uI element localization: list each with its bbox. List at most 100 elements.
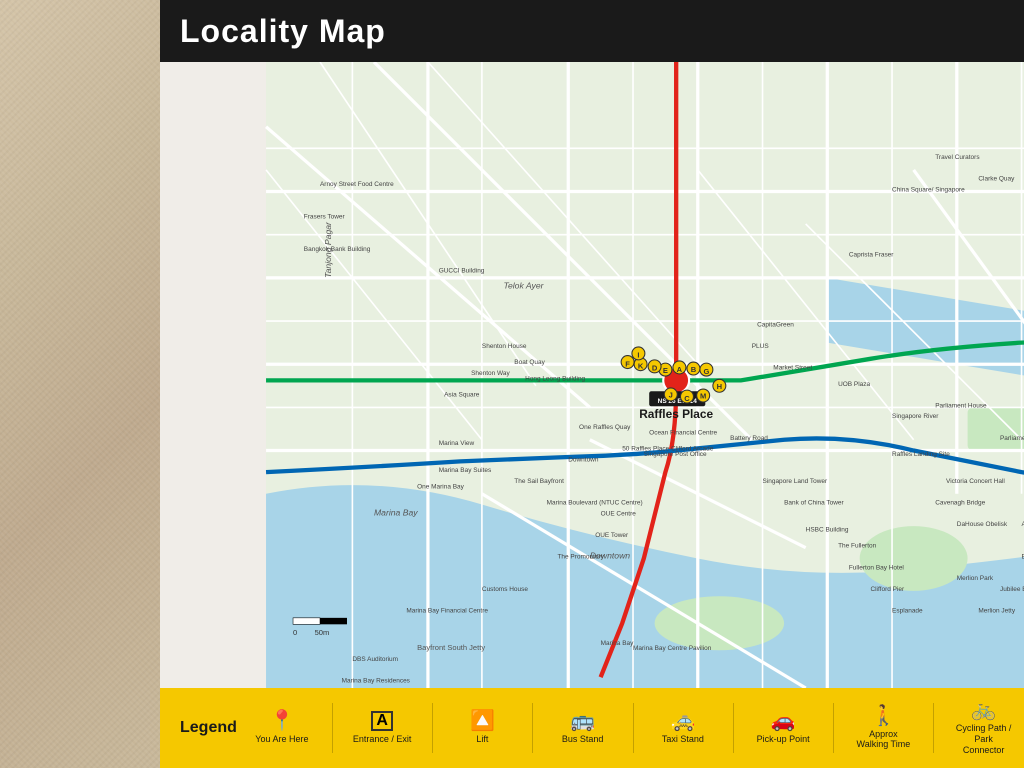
svg-text:Esplanade: Esplanade — [892, 607, 923, 614]
svg-text:OUE Tower: OUE Tower — [595, 532, 629, 539]
svg-text:B: B — [691, 365, 697, 374]
svg-text:Battery Road: Battery Road — [730, 435, 768, 442]
svg-text:Victoria Concert Hall: Victoria Concert Hall — [946, 478, 1005, 485]
svg-text:Bangkok Bank Building: Bangkok Bank Building — [304, 246, 371, 253]
svg-text:One Raffles Quay: One Raffles Quay — [579, 424, 631, 431]
svg-text:Jubilee Bridge: Jubilee Bridge — [1000, 586, 1024, 593]
walking-icon: 🚶 — [871, 706, 896, 726]
svg-text:I: I — [637, 351, 639, 360]
svg-text:Marina View: Marina View — [439, 440, 475, 447]
svg-text:Ocean Financial Centre: Ocean Financial Centre — [649, 429, 717, 436]
svg-text:Frasers Tower: Frasers Tower — [304, 214, 346, 221]
taxi-stand-icon: 🚕 — [670, 711, 695, 731]
svg-text:F: F — [625, 359, 630, 368]
svg-text:Merlion Park: Merlion Park — [957, 575, 994, 582]
legend-entrance: A Entrance / Exit — [352, 711, 412, 745]
entrance-label: Entrance / Exit — [353, 734, 412, 745]
pickup-icon: 🚗 — [771, 711, 796, 731]
pickup-label: Pick-up Point — [757, 734, 810, 745]
svg-text:One Marina Bay: One Marina Bay — [417, 483, 465, 490]
taxi-stand-label: Taxi Stand — [662, 734, 704, 745]
svg-text:Boat Quay: Boat Quay — [514, 359, 545, 366]
svg-text:Clifford Pier: Clifford Pier — [870, 586, 905, 593]
svg-text:Marina Boulevard (NTUC Centre): Marina Boulevard (NTUC Centre) — [547, 500, 643, 507]
svg-text:M: M — [700, 392, 706, 401]
you-are-here-icon: 📍 — [269, 711, 294, 731]
map-header: Locality Map ► N — [160, 0, 1024, 62]
svg-text:Shenton Way: Shenton Way — [471, 370, 510, 377]
svg-text:Marina Bay Centre Pavilion: Marina Bay Centre Pavilion — [633, 645, 712, 652]
svg-text:G: G — [703, 367, 709, 376]
map-svg: NS 26 EW 14 E A B D K F G H J C M — [160, 62, 1024, 688]
svg-text:China Square/ Singapore: China Square/ Singapore — [892, 187, 965, 194]
svg-text:Singapore River: Singapore River — [892, 413, 939, 420]
bus-stand-label: Bus Stand — [562, 734, 604, 745]
svg-text:Parliament House: Parliament House — [935, 402, 987, 409]
svg-text:50m: 50m — [315, 628, 330, 637]
svg-text:Hong Leong Building: Hong Leong Building — [525, 375, 585, 382]
svg-text:Raffles Landing Site: Raffles Landing Site — [892, 451, 950, 458]
you-are-here-label: You Are Here — [255, 734, 308, 745]
svg-text:CapitaGreen: CapitaGreen — [757, 321, 794, 328]
svg-text:Marina Bay Residences: Marina Bay Residences — [342, 678, 410, 685]
svg-text:K: K — [638, 362, 644, 371]
legend-bar: Legend 📍 You Are Here A Entrance / Exit … — [160, 688, 1024, 768]
svg-text:Shenton House: Shenton House — [482, 343, 527, 350]
cycling-label: Cycling Path / Park Connector — [954, 723, 1014, 755]
svg-text:DBS Auditorium: DBS Auditorium — [352, 656, 398, 663]
legend-taxi-stand: 🚕 Taxi Stand — [653, 711, 713, 745]
svg-text:Bank of China Tower: Bank of China Tower — [784, 500, 844, 507]
svg-text:Singapore Land Tower: Singapore Land Tower — [763, 478, 828, 485]
legend-you-are-here: 📍 You Are Here — [252, 711, 312, 745]
walking-label: Approx Walking Time — [853, 729, 913, 751]
main-content: Locality Map ► N — [160, 0, 1024, 768]
svg-text:DaHouse Obelisk: DaHouse Obelisk — [957, 521, 1008, 528]
svg-text:Caprista Fraser: Caprista Fraser — [849, 251, 894, 258]
bus-stand-icon: 🚌 — [570, 711, 595, 731]
svg-text:C: C — [684, 394, 690, 403]
legend-lift: 🔼 Lift — [452, 711, 512, 745]
entrance-icon: A — [371, 711, 393, 731]
cycling-icon: 🚲 — [971, 700, 996, 720]
svg-text:Downtown: Downtown — [568, 456, 599, 463]
svg-text:OUE Centre: OUE Centre — [601, 510, 637, 517]
svg-text:Parliament: Parliament — [1000, 435, 1024, 442]
svg-text:Fullerton Bay Hotel: Fullerton Bay Hotel — [849, 564, 904, 571]
svg-text:The Sail Bayfront: The Sail Bayfront — [514, 478, 564, 485]
svg-text:J: J — [669, 391, 673, 400]
svg-text:Clarke Quay: Clarke Quay — [978, 176, 1015, 183]
legend-bus-stand: 🚌 Bus Stand — [553, 711, 613, 745]
svg-text:Marina Bay: Marina Bay — [601, 640, 634, 647]
svg-text:HSBC Building: HSBC Building — [806, 527, 849, 534]
legend-walking: 🚶 Approx Walking Time — [853, 706, 913, 751]
svg-text:Merlion Jetty: Merlion Jetty — [978, 607, 1015, 614]
svg-text:Travel Curators: Travel Curators — [935, 154, 979, 161]
svg-text:Marina Bay: Marina Bay — [374, 507, 418, 517]
svg-text:Telok Ayer: Telok Ayer — [503, 281, 544, 291]
svg-text:Marina Bay Suites: Marina Bay Suites — [439, 467, 492, 474]
svg-text:The Promontory: The Promontory — [557, 553, 604, 560]
svg-text:GUCCI Building: GUCCI Building — [439, 267, 485, 274]
svg-text:A: A — [677, 365, 683, 374]
svg-text:Raffles Place: Raffles Place — [639, 407, 713, 421]
legend-cycling: 🚲 Cycling Path / Park Connector — [954, 700, 1014, 755]
svg-text:Cavenagh Bridge: Cavenagh Bridge — [935, 500, 985, 507]
svg-text:Asia Square: Asia Square — [444, 392, 480, 399]
svg-text:Marina Bay Financial Centre: Marina Bay Financial Centre — [406, 607, 488, 614]
svg-text:Arnoy Street Food Centre: Arnoy Street Food Centre — [320, 181, 394, 188]
svg-text:H: H — [717, 382, 722, 391]
lift-label: Lift — [476, 734, 488, 745]
svg-text:The Fullerton: The Fullerton — [838, 543, 877, 550]
svg-text:0: 0 — [293, 628, 297, 637]
lift-icon: 🔼 — [470, 711, 495, 731]
svg-text:D: D — [652, 364, 658, 373]
left-marble-panel — [0, 0, 160, 768]
svg-text:UOB Plaza: UOB Plaza — [838, 381, 870, 388]
map-title: Locality Map — [180, 13, 386, 50]
legend-pickup: 🚗 Pick-up Point — [753, 711, 813, 745]
legend-items: 📍 You Are Here A Entrance / Exit 🔼 Lift … — [252, 690, 1024, 767]
svg-text:Customs House: Customs House — [482, 586, 528, 593]
svg-text:PLUS: PLUS — [752, 343, 770, 350]
svg-text:E: E — [663, 366, 668, 375]
svg-text:Singapore Post Office: Singapore Post Office — [644, 451, 707, 458]
